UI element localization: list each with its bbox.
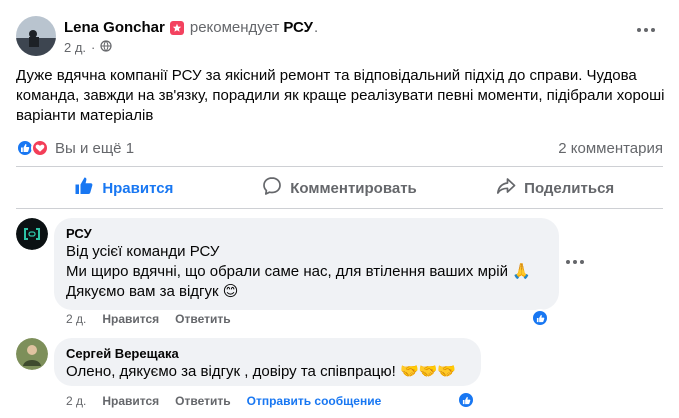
love-reaction-icon xyxy=(31,139,49,157)
comment-icon xyxy=(262,176,282,200)
reactions-count-text: Вы и ещё 1 xyxy=(55,139,135,157)
comment-button-label: Комментировать xyxy=(290,179,417,197)
comment-meta-row: 2 д. Нравится Ответить xyxy=(66,312,231,326)
recommends-label: рекомендует xyxy=(189,19,280,36)
comment-text-line: Дякуємо вам за відгук 😊 xyxy=(66,283,239,300)
like-button-label: Нравится xyxy=(102,179,174,197)
comment-text-line: Ми щиро вдячні, що обрали саме нас, для … xyxy=(66,263,531,280)
divider-top xyxy=(16,166,663,167)
post-action-bar: Нравится Комментировать Поделиться xyxy=(16,170,663,206)
post-author-name[interactable]: Lena Gonchar xyxy=(64,18,165,38)
commenter-avatar[interactable] xyxy=(16,218,48,250)
post-header: Lena Gonchar рекомендует РСУ . 2 д. · xyxy=(16,16,318,57)
comment-reply-link[interactable]: Ответить xyxy=(175,394,230,408)
send-message-link[interactable]: Отправить сообщение xyxy=(247,394,382,408)
comment-like-link[interactable]: Нравится xyxy=(102,312,159,326)
comment-timestamp[interactable]: 2 д. xyxy=(66,394,86,408)
post-timestamp[interactable]: 2 д. xyxy=(64,39,86,57)
commenter-avatar[interactable] xyxy=(16,338,48,370)
reactions-summary-row: Вы и ещё 1 2 комментария xyxy=(16,136,663,160)
thumbs-up-icon xyxy=(74,176,94,200)
recommended-page-link[interactable]: РСУ xyxy=(283,18,313,38)
comment-bubble: РСУ Від усієї команди РСУ Ми щиро вдячні… xyxy=(54,218,559,310)
comment-author[interactable]: РСУ xyxy=(66,226,547,242)
comments-count-link[interactable]: 2 комментария xyxy=(558,140,663,157)
globe-icon xyxy=(100,39,112,57)
header-dot: . xyxy=(313,19,319,36)
comment-like-link[interactable]: Нравится xyxy=(102,394,159,408)
share-button-label: Поделиться xyxy=(524,179,615,197)
comment-reply-link[interactable]: Ответить xyxy=(175,312,230,326)
post-body-text: Дуже вдячна компанії РСУ за якісний ремо… xyxy=(16,67,665,124)
comment-meta-row: 2 д. Нравится Ответить Отправить сообщен… xyxy=(66,394,381,408)
comment-more-icon[interactable] xyxy=(566,260,584,264)
divider-bottom xyxy=(16,208,663,209)
comment-like-badge-icon xyxy=(457,391,475,409)
author-avatar[interactable] xyxy=(16,16,56,56)
reactions-summary[interactable]: Вы и ещё 1 xyxy=(16,139,134,157)
timestamp-separator: · xyxy=(91,40,96,55)
share-icon xyxy=(496,176,516,200)
comment-item: РСУ Від усієї команди РСУ Ми щиро вдячні… xyxy=(16,218,559,310)
comment-text-line: Від усієї команди РСУ xyxy=(66,243,220,260)
comment-like-badge-icon xyxy=(531,309,549,327)
comment-timestamp[interactable]: 2 д. xyxy=(66,312,86,326)
comment-bubble: Сергей Верещака Олено, дякуємо за відгук… xyxy=(54,338,481,386)
post-more-icon[interactable] xyxy=(637,28,655,32)
comment-author[interactable]: Сергей Верещака xyxy=(66,346,469,362)
comment-text-line: Олено, дякуємо за відгук , довіру та спі… xyxy=(66,363,456,380)
comment-item: Сергей Верещака Олено, дякуємо за відгук… xyxy=(16,338,481,386)
comment-button[interactable]: Комментировать xyxy=(232,170,448,206)
like-button[interactable]: Нравится xyxy=(16,170,232,206)
recommend-badge-icon xyxy=(169,21,184,35)
share-button[interactable]: Поделиться xyxy=(447,170,663,206)
